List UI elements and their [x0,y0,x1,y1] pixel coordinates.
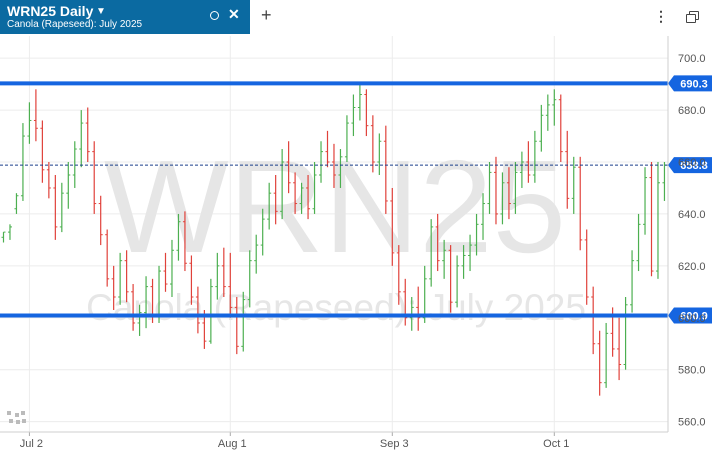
ohlc-bar [27,102,32,144]
circle-icon[interactable] [210,11,219,20]
ohlc-bar [59,182,64,233]
x-tick-label: Sep 3 [380,438,409,450]
watermark-name: Canola (Rapeseed): July 2025 [86,287,586,328]
close-icon[interactable]: ✕ [228,7,240,21]
watermark-symbol: WRN25 [104,133,566,280]
ohlc-bar [545,94,550,131]
ohlc-bar [617,317,622,381]
ohlc-bar [364,89,369,137]
watermark: WRN25 Canola (Rapeseed): July 2025 [86,133,586,328]
dot-grid-icon[interactable] [7,411,27,425]
ohlc-bar [85,107,90,163]
ohlc-bar [597,330,602,396]
ohlc-bar [7,224,12,240]
ohlc-bar [33,89,38,142]
plus-icon[interactable]: + [261,5,272,25]
ohlc-bar [53,174,58,240]
chart-title: WRN25 Daily [7,3,94,19]
y-tick-label: 700.0 [678,53,706,65]
y-tick-label: 560.0 [678,417,706,429]
kebab-menu-icon[interactable]: ⋮ [654,8,668,24]
x-tick-label: Jul 2 [20,438,43,450]
ohlc-bar [655,162,660,279]
y-tick-label: 600.0 [678,313,706,325]
chevron-down-icon[interactable]: ▼ [96,6,106,17]
ohlc-bar [351,94,356,137]
ohlc-bar [591,286,596,355]
ohlc-bar [46,162,51,199]
ohlc-bar [552,89,557,126]
y-tick-label: 580.0 [678,365,706,377]
ohlc-bar [92,141,97,214]
chart-tab[interactable]: WRN25 Daily ▼ Canola (Rapeseed): July 20… [0,0,250,34]
y-tick-label: 640.0 [678,209,706,221]
ohlc-bar [623,297,628,370]
chart-subtitle: Canola (Rapeseed): July 2025 [7,19,143,30]
ohlc-bar [636,213,641,272]
ohlc-bar [630,250,635,313]
ohlc-bar [66,162,71,209]
ohlc-bar [72,141,77,188]
price-chart[interactable]: WRN25 Canola (Rapeseed): July 2025 690.3… [0,0,712,456]
ohlc-bar [1,231,6,243]
x-tick-label: Oct 1 [543,438,569,450]
ohlc-bar [662,162,667,201]
ohlc-bar [14,193,19,214]
ohlc-bar [79,110,84,168]
ohlc-bar [649,162,654,277]
y-tick-label: 620.0 [678,261,706,273]
ohlc-bar [98,195,103,246]
ohlc-bar [604,322,609,388]
window-restore-icon[interactable] [686,11,699,23]
ohlc-bar [357,84,362,121]
ohlc-bar [40,120,45,183]
x-tick-label: Aug 1 [218,438,247,450]
y-tick-label: 660.0 [678,157,706,169]
ohlc-bar [578,156,583,251]
level-label: 690.3 [680,78,708,90]
ohlc-bar [643,167,648,235]
y-tick-label: 680.0 [678,105,706,117]
